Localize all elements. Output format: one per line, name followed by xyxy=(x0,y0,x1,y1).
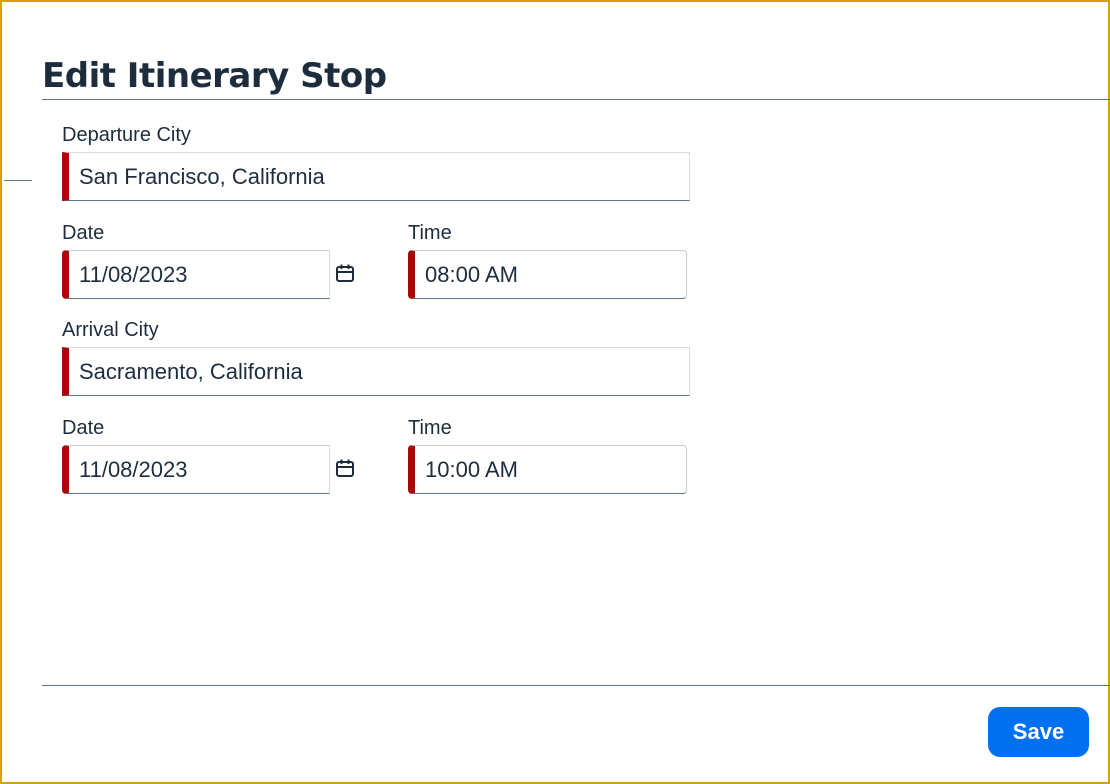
arrival-date-label: Date xyxy=(62,417,105,439)
save-button[interactable]: Save xyxy=(988,707,1089,757)
dialog-frame: Edit Itinerary Stop Departure City San F… xyxy=(0,0,1110,784)
arrival-city-input[interactable]: Sacramento, California xyxy=(62,347,690,396)
departure-date-label: Date xyxy=(62,222,105,244)
departure-time-input[interactable]: 08:00 AM xyxy=(408,250,687,299)
departure-city-label: Departure City xyxy=(62,124,191,146)
departure-time-label: Time xyxy=(408,222,452,244)
page-title: Edit Itinerary Stop xyxy=(42,56,387,96)
departure-city-input[interactable]: San Francisco, California xyxy=(62,152,690,201)
departure-date-input[interactable]: 11/08/2023 xyxy=(62,250,330,299)
calendar-icon[interactable] xyxy=(334,262,356,284)
arrival-city-label: Arrival City xyxy=(62,319,159,341)
arrival-date-input[interactable]: 11/08/2023 xyxy=(62,445,330,494)
left-edge-divider xyxy=(4,180,32,181)
footer-divider xyxy=(42,685,1110,686)
calendar-icon[interactable] xyxy=(334,457,356,479)
arrival-time-input[interactable]: 10:00 AM xyxy=(408,445,687,494)
arrival-time-label: Time xyxy=(408,417,452,439)
title-divider xyxy=(42,99,1110,100)
